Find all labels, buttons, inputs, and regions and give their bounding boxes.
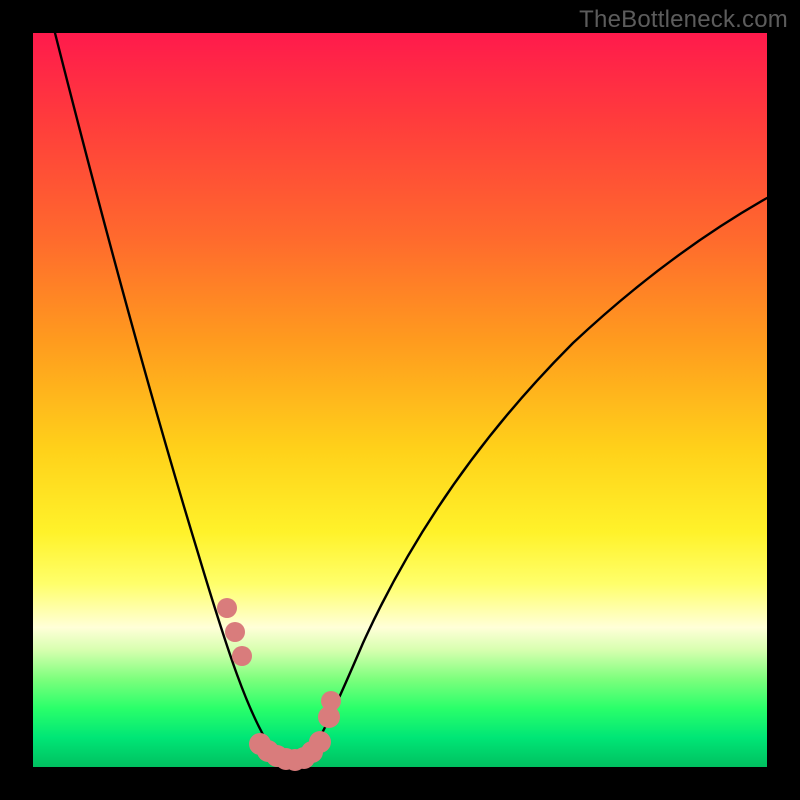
watermark-text: TheBottleneck.com [579, 6, 788, 34]
highlight-dot [225, 622, 245, 642]
chart-svg [33, 33, 767, 767]
bottleneck-curve [55, 33, 767, 764]
highlight-dot [217, 598, 237, 618]
highlight-dots-group [217, 598, 341, 771]
chart-frame: TheBottleneck.com [0, 0, 800, 800]
highlight-dot [309, 731, 331, 753]
highlight-dot [232, 646, 252, 666]
highlight-dot [321, 691, 341, 711]
